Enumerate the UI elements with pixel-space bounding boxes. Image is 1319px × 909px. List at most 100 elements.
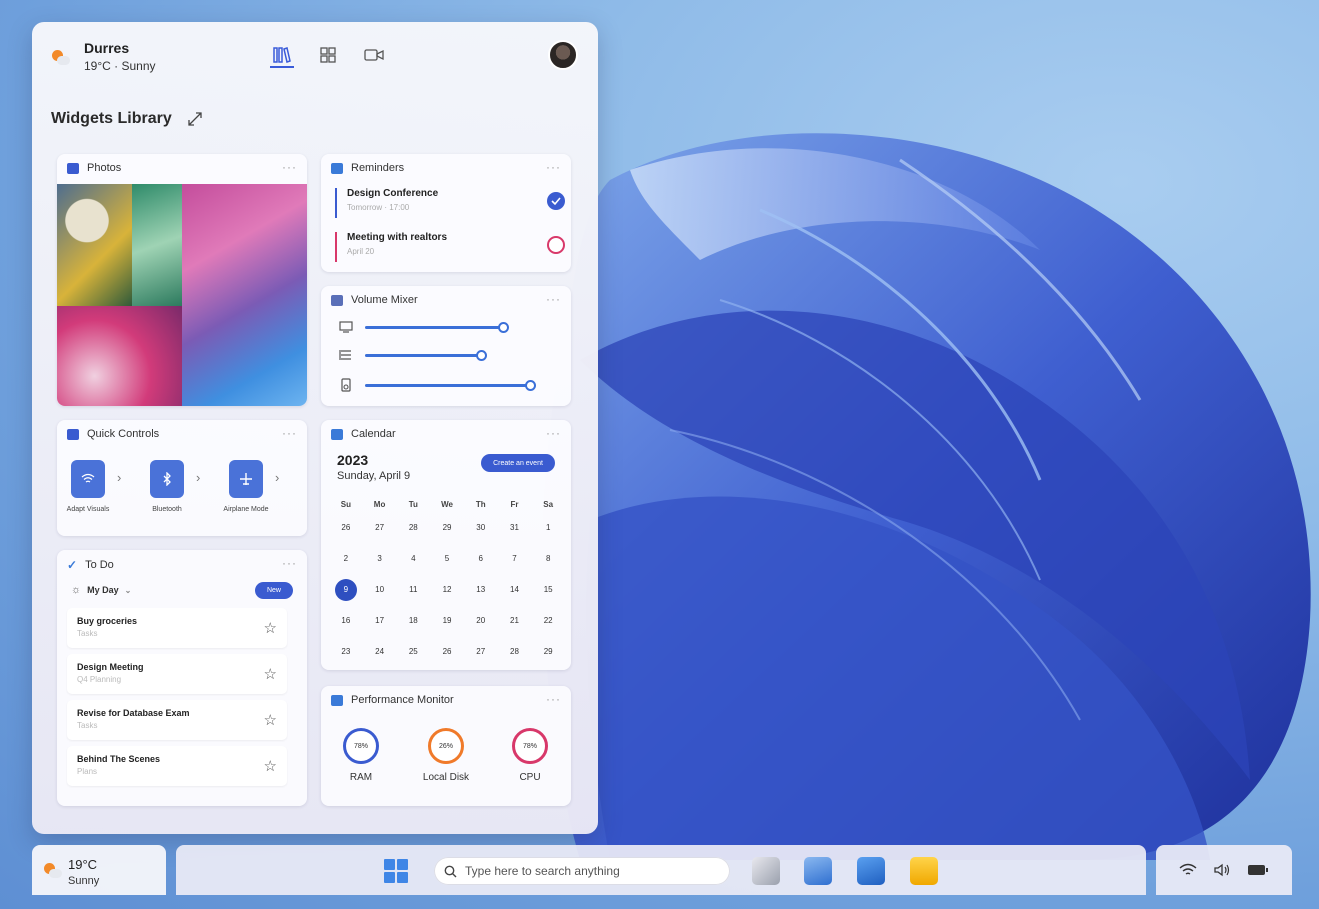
photos-app-icon[interactable] xyxy=(804,857,832,885)
calendar-day[interactable]: 20 xyxy=(464,616,498,625)
calendar-day[interactable]: 12 xyxy=(430,585,464,594)
weather-header[interactable]: Durres 19°C · Sunny xyxy=(48,40,156,73)
photo-thumbnail[interactable] xyxy=(57,306,182,406)
calendar-day[interactable]: 21 xyxy=(498,616,532,625)
calendar-day[interactable]: 9 xyxy=(329,578,363,601)
calendar-day[interactable]: 26 xyxy=(329,523,363,532)
todo-list-selector[interactable]: ☼ My Day ⌄ xyxy=(71,584,131,596)
calendar-more-button[interactable]: ··· xyxy=(546,426,561,440)
todo-widget: ✓ To Do ··· ☼ My Day ⌄ New Buy groceries… xyxy=(57,550,307,806)
calendar-day[interactable]: 18 xyxy=(396,616,430,625)
ram-meter[interactable]: 78% RAM xyxy=(331,728,391,783)
reminder-pending-circle-icon[interactable] xyxy=(547,236,565,254)
calendar-day[interactable]: 3 xyxy=(363,554,397,563)
calendar-day[interactable]: 2 xyxy=(329,554,363,563)
wifi-icon[interactable] xyxy=(1179,863,1197,877)
calendar-day[interactable]: 7 xyxy=(498,554,532,563)
mail-app-icon[interactable] xyxy=(857,857,885,885)
calendar-day[interactable]: 10 xyxy=(363,585,397,594)
calendar-day[interactable]: 31 xyxy=(498,523,532,532)
tab-widgets-grid[interactable] xyxy=(316,44,340,68)
todo-item[interactable]: Buy groceries Tasks ☆ xyxy=(67,608,287,648)
calendar-day[interactable]: 22 xyxy=(531,616,565,625)
calendar-day[interactable]: 24 xyxy=(363,647,397,656)
chevron-right-icon[interactable]: › xyxy=(275,470,279,485)
star-icon[interactable]: ☆ xyxy=(264,619,277,637)
todo-more-button[interactable]: ··· xyxy=(282,556,297,570)
calendar-day[interactable]: 13 xyxy=(464,585,498,594)
calendar-day[interactable]: 27 xyxy=(464,647,498,656)
volume-more-button[interactable]: ··· xyxy=(546,292,561,306)
todo-item[interactable]: Revise for Database Exam Tasks ☆ xyxy=(67,700,287,740)
reminder-done-check-icon[interactable] xyxy=(547,192,565,210)
bluetooth-toggle[interactable] xyxy=(150,460,184,498)
calendar-day[interactable]: 15 xyxy=(531,585,565,594)
photo-thumbnail[interactable] xyxy=(57,184,132,306)
volume-slider[interactable] xyxy=(365,321,509,333)
photos-widget[interactable]: Photos ··· xyxy=(57,154,307,406)
calendar-day[interactable]: 17 xyxy=(363,616,397,625)
taskbar-search-input[interactable]: Type here to search anything xyxy=(434,857,730,885)
expand-icon[interactable] xyxy=(188,112,202,126)
calendar-day[interactable]: 29 xyxy=(531,647,565,656)
volume-slider[interactable] xyxy=(365,349,487,361)
calendar-day[interactable]: 30 xyxy=(464,523,498,532)
calendar-day[interactable]: 26 xyxy=(430,647,464,656)
battery-icon[interactable] xyxy=(1247,864,1269,876)
calendar-day[interactable]: 27 xyxy=(363,523,397,532)
cpu-meter[interactable]: 78% CPU xyxy=(500,728,560,783)
volume-slider-knob[interactable] xyxy=(498,321,509,333)
calendar-day[interactable]: 14 xyxy=(498,585,532,594)
todo-item[interactable]: Design Meeting Q4 Planning ☆ xyxy=(67,654,287,694)
todo-item[interactable]: Behind The Scenes Plans ☆ xyxy=(67,746,287,786)
calendar-day[interactable]: 8 xyxy=(531,554,565,563)
taskbar-weather-button[interactable]: 19°C Sunny xyxy=(32,845,166,895)
volume-icon[interactable] xyxy=(1213,863,1231,877)
todo-header: ✓ To Do xyxy=(67,558,114,572)
calendar-day-number: 24 xyxy=(375,647,385,656)
start-button[interactable] xyxy=(384,859,408,883)
calendar-day[interactable]: 25 xyxy=(396,647,430,656)
volume-slider-knob[interactable] xyxy=(476,349,487,361)
file-explorer-icon[interactable] xyxy=(910,857,938,885)
calendar-day[interactable]: 5 xyxy=(430,554,464,563)
calendar-day[interactable]: 6 xyxy=(464,554,498,563)
tab-media[interactable] xyxy=(362,44,386,68)
chevron-right-icon[interactable]: › xyxy=(117,470,121,485)
calendar-day[interactable]: 11 xyxy=(396,585,430,594)
speaker-icon xyxy=(341,378,351,392)
photo-thumbnail[interactable] xyxy=(132,184,182,306)
reminder-item[interactable]: Design Conference Tomorrow · 17:00 xyxy=(335,188,565,218)
user-avatar[interactable] xyxy=(548,40,578,70)
star-icon[interactable]: ☆ xyxy=(264,711,277,729)
adapt-visuals-toggle[interactable] xyxy=(71,460,105,498)
volume-slider-knob[interactable] xyxy=(525,379,536,391)
photo-thumbnail[interactable] xyxy=(182,184,307,406)
reminder-item[interactable]: Meeting with realtors April 20 xyxy=(335,232,565,262)
calendar-day[interactable]: 16 xyxy=(329,616,363,625)
calendar-day[interactable]: 29 xyxy=(430,523,464,532)
calendar-day-number: 2 xyxy=(343,554,349,563)
photos-collage[interactable] xyxy=(57,184,307,406)
new-task-button[interactable]: New xyxy=(255,582,293,599)
calendar-day[interactable]: 1 xyxy=(531,523,565,532)
calendar-day[interactable]: 23 xyxy=(329,647,363,656)
calendar-day[interactable]: 4 xyxy=(396,554,430,563)
tab-widgets-library[interactable] xyxy=(270,44,294,68)
chevron-right-icon[interactable]: › xyxy=(196,470,200,485)
local-disk-meter[interactable]: 26% Local Disk xyxy=(416,728,476,783)
calendar-day[interactable]: 19 xyxy=(430,616,464,625)
task-view-icon[interactable] xyxy=(752,857,780,885)
airplane-mode-toggle[interactable] xyxy=(229,460,263,498)
star-icon[interactable]: ☆ xyxy=(264,757,277,775)
volume-slider[interactable] xyxy=(365,379,536,391)
star-icon[interactable]: ☆ xyxy=(264,665,277,683)
reminders-more-button[interactable]: ··· xyxy=(546,160,561,174)
calendar-day[interactable]: 28 xyxy=(498,647,532,656)
calendar-grid: Su Mo Tu We Th Fr Sa 26 27 28 29 30 31 1 2 3 4 5 6 7 8 9 10 11 1… xyxy=(329,496,565,667)
photos-more-button[interactable]: ··· xyxy=(282,160,297,174)
quick-controls-more-button[interactable]: ··· xyxy=(282,426,297,440)
create-event-button[interactable]: Create an event xyxy=(481,454,555,472)
performance-more-button[interactable]: ··· xyxy=(546,692,561,706)
calendar-day[interactable]: 28 xyxy=(396,523,430,532)
